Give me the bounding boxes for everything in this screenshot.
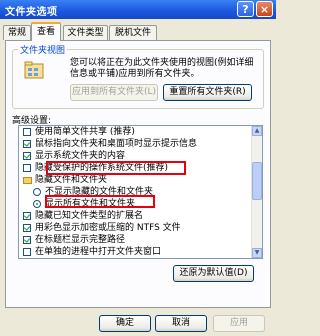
vertical-scrollbar[interactable]: ▲ ▼ — [251, 126, 262, 258]
list-item-label: 在标题栏显示完整路径 — [35, 235, 126, 245]
highlight-box — [45, 195, 155, 208]
reset-all-folders-button[interactable]: 重置所有文件夹(R) — [163, 84, 252, 101]
window-title: 文件夹选项 — [5, 7, 58, 18]
list-item-label: 鼠标指向文件夹和桌面项时显示提示信息 — [35, 139, 198, 149]
checkbox[interactable] — [23, 128, 31, 136]
checkbox[interactable] — [23, 248, 31, 256]
list-item-label: 在单独的进程中打开文件夹窗口 — [35, 247, 162, 257]
list-item-label: 隐藏已知文件类型的扩展名 — [35, 211, 144, 221]
tab-view[interactable]: 查看 — [31, 22, 61, 41]
cancel-button[interactable]: 取消 — [155, 315, 207, 332]
checkbox[interactable] — [23, 212, 31, 220]
scrollbar-thumb[interactable] — [252, 162, 262, 200]
tab-offline-files[interactable]: 脱机文件 — [109, 25, 157, 40]
apply-button[interactable]: 应用 — [213, 315, 265, 332]
folder-view-icon — [24, 61, 44, 79]
folder-views-legend: 文件夹视图 — [18, 43, 68, 56]
checkbox[interactable] — [23, 224, 31, 232]
restore-defaults-button[interactable]: 还原为默认值(D) — [173, 265, 254, 282]
checkbox[interactable] — [23, 236, 31, 244]
ok-button[interactable]: 确定 — [99, 315, 151, 332]
checkbox[interactable] — [23, 164, 31, 172]
checkbox[interactable] — [23, 152, 31, 160]
highlight-box — [46, 161, 186, 175]
apply-to-all-folders-button[interactable]: 应用到所有文件夹(L) — [70, 84, 158, 101]
checkbox[interactable] — [23, 140, 31, 148]
tab-file-types[interactable]: 文件类型 — [63, 25, 108, 40]
list-item-label: 用彩色显示加密或压缩的 NTFS 文件 — [35, 223, 181, 233]
radio-button[interactable] — [33, 200, 41, 208]
list-item-label: 隐藏文件和文件夹 — [35, 175, 108, 185]
radio-button[interactable] — [33, 188, 41, 196]
folder-icon — [23, 177, 32, 184]
advanced-settings-list[interactable]: 使用简单文件共享 (推荐) 鼠标指向文件夹和桌面项时显示提示信息 显示系统文件夹… — [18, 125, 263, 259]
list-item-label: 使用简单文件共享 (推荐) — [35, 127, 135, 137]
help-button[interactable]: ? — [237, 1, 254, 17]
scroll-up-icon[interactable]: ▲ — [252, 126, 262, 136]
close-button[interactable]: × — [256, 1, 273, 17]
title-bar[interactable]: 文件夹选项 ? × — [0, 0, 276, 19]
tab-general[interactable]: 常规 — [3, 25, 31, 40]
scroll-down-icon[interactable]: ▼ — [252, 248, 262, 258]
folder-views-description: 您可以将正在为此文件夹使用的视图(例如详细信息或平铺)应用到所有文件夹。 — [70, 58, 254, 79]
